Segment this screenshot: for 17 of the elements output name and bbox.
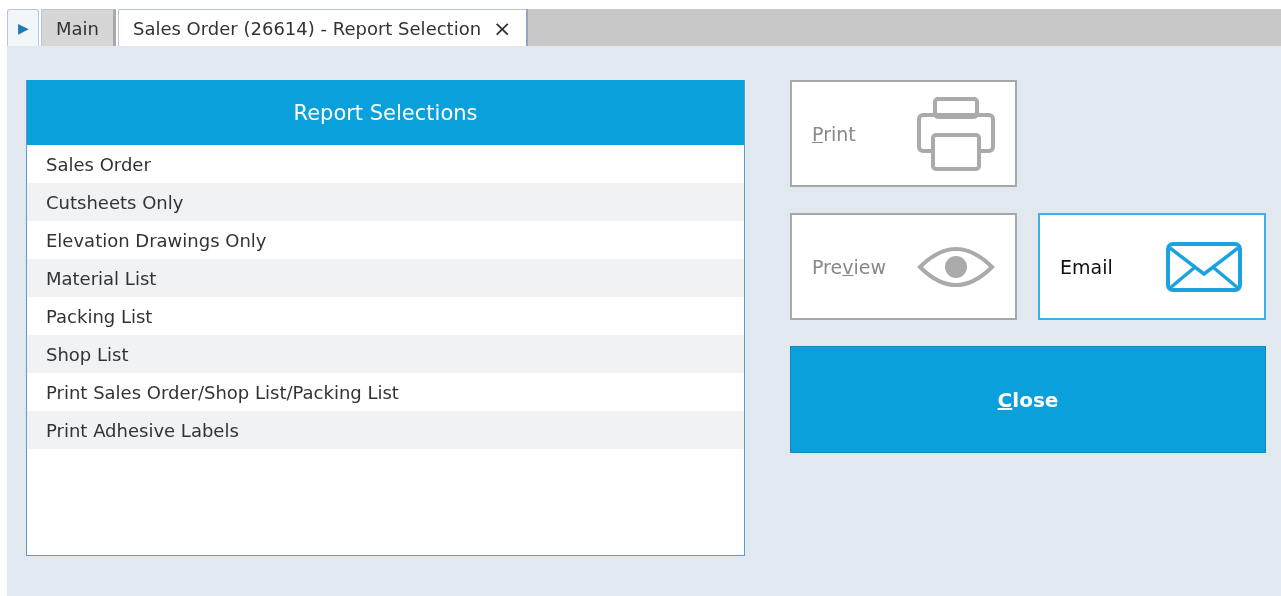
list-item[interactable]: Elevation Drawings Only: [27, 221, 744, 259]
list-item[interactable]: Sales Order: [27, 145, 744, 183]
tab-scroll-button[interactable]: ▶: [7, 9, 39, 46]
list-item[interactable]: Print Adhesive Labels: [27, 411, 744, 449]
tab[interactable]: Sales Order (26614) - Report Selection ×: [118, 9, 527, 46]
tab[interactable]: Main: [41, 9, 116, 46]
printer-icon: [917, 96, 995, 171]
list-item[interactable]: Material List: [27, 259, 744, 297]
eye-icon: [917, 244, 995, 289]
list-header: Report Selections: [27, 80, 744, 145]
list-item[interactable]: Print Sales Order/Shop List/Packing List: [27, 373, 744, 411]
list-item[interactable]: Shop List: [27, 335, 744, 373]
list-item[interactable]: Packing List: [27, 297, 744, 335]
email-button[interactable]: Email: [1038, 213, 1266, 320]
envelope-icon: [1166, 241, 1242, 292]
close-icon[interactable]: ×: [493, 15, 512, 41]
list-item[interactable]: Cutsheets Only: [27, 183, 744, 221]
